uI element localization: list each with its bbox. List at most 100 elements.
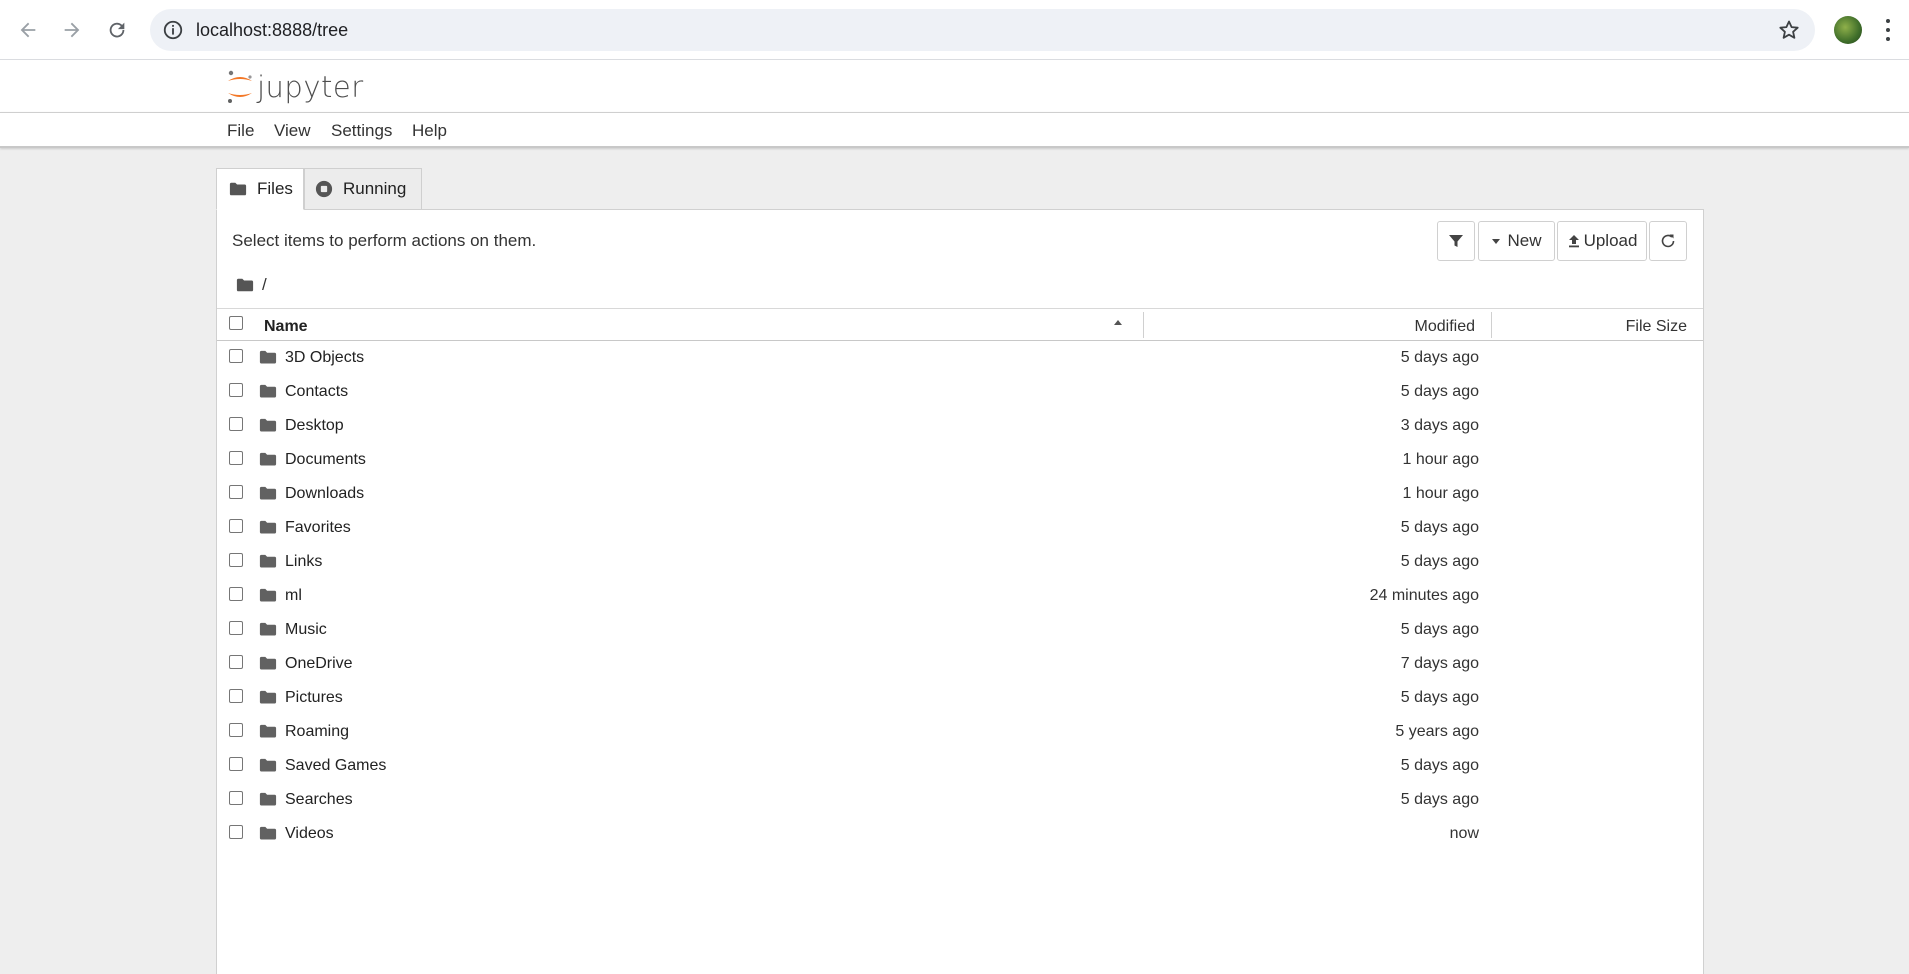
- address-bar[interactable]: localhost:8888/tree: [150, 9, 1815, 51]
- filter-button[interactable]: [1437, 221, 1475, 261]
- select-all-checkbox[interactable]: [229, 316, 243, 330]
- folder-icon: [259, 588, 277, 603]
- file-list: 3D Objects 5 days ago Contacts 5 days ago De…: [217, 341, 1703, 851]
- file-modified: 5 days ago: [1400, 519, 1479, 536]
- file-modified: 1 hour ago: [1402, 451, 1479, 468]
- file-modified: 5 days ago: [1400, 383, 1479, 400]
- table-row[interactable]: ml 24 minutes ago: [217, 579, 1703, 613]
- table-row[interactable]: Saved Games 5 days ago: [217, 749, 1703, 783]
- file-name-link[interactable]: Contacts: [285, 383, 348, 401]
- breadcrumb-path[interactable]: /: [262, 275, 267, 295]
- file-name-link[interactable]: Documents: [285, 451, 366, 469]
- file-modified: 5 days ago: [1400, 757, 1479, 774]
- upload-icon: [1568, 235, 1579, 248]
- table-row[interactable]: Searches 5 days ago: [217, 783, 1703, 817]
- tab-running[interactable]: Running: [304, 168, 422, 210]
- folder-icon: [259, 758, 277, 773]
- menu-settings[interactable]: Settings: [331, 121, 392, 141]
- jupyter-logo-icon: [228, 70, 252, 103]
- row-checkbox[interactable]: [229, 655, 243, 669]
- folder-icon: [259, 656, 277, 671]
- reload-icon[interactable]: [99, 12, 135, 48]
- jupyter-logo[interactable]: jupyter: [225, 68, 364, 106]
- row-checkbox[interactable]: [229, 553, 243, 567]
- browser-menu-icon[interactable]: [1882, 16, 1894, 44]
- row-checkbox[interactable]: [229, 587, 243, 601]
- browser-toolbar: localhost:8888/tree: [0, 0, 1909, 60]
- file-modified: 5 days ago: [1400, 621, 1479, 638]
- info-icon[interactable]: [162, 19, 184, 41]
- file-name-link[interactable]: Searches: [285, 791, 353, 809]
- file-name-link[interactable]: Downloads: [285, 485, 364, 503]
- folder-icon: [259, 384, 277, 399]
- file-name-link[interactable]: Saved Games: [285, 757, 386, 775]
- column-name-header[interactable]: Name: [264, 318, 308, 336]
- table-row[interactable]: Documents 1 hour ago: [217, 443, 1703, 477]
- star-icon[interactable]: [1777, 18, 1801, 42]
- upload-button[interactable]: Upload: [1557, 221, 1647, 261]
- table-row[interactable]: Pictures 5 days ago: [217, 681, 1703, 715]
- file-name-link[interactable]: Links: [285, 553, 322, 571]
- file-name-link[interactable]: Videos: [285, 825, 334, 843]
- row-checkbox[interactable]: [229, 417, 243, 431]
- back-arrow-icon[interactable]: [10, 12, 46, 48]
- file-name-link[interactable]: Music: [285, 621, 327, 639]
- row-checkbox[interactable]: [229, 451, 243, 465]
- column-resize-handle[interactable]: [1143, 312, 1144, 338]
- file-modified: 7 days ago: [1400, 655, 1479, 672]
- row-checkbox[interactable]: [229, 621, 243, 635]
- table-row[interactable]: Contacts 5 days ago: [217, 375, 1703, 409]
- column-modified-header[interactable]: Modified: [1415, 318, 1475, 336]
- upload-button-label: Upload: [1583, 231, 1638, 250]
- folder-icon: [259, 452, 277, 467]
- table-row[interactable]: Favorites 5 days ago: [217, 511, 1703, 545]
- file-modified: 5 days ago: [1400, 689, 1479, 706]
- file-name-link[interactable]: Roaming: [285, 723, 349, 741]
- file-name-link[interactable]: OneDrive: [285, 655, 353, 673]
- file-name-link[interactable]: Desktop: [285, 417, 344, 435]
- table-row[interactable]: Links 5 days ago: [217, 545, 1703, 579]
- refresh-icon: [1661, 234, 1675, 248]
- folder-icon: [259, 622, 277, 637]
- tab-files[interactable]: Files: [216, 168, 304, 210]
- file-modified: 5 years ago: [1395, 723, 1479, 740]
- table-row[interactable]: Music 5 days ago: [217, 613, 1703, 647]
- column-size-header[interactable]: File Size: [1626, 318, 1687, 336]
- table-row[interactable]: Downloads 1 hour ago: [217, 477, 1703, 511]
- refresh-button[interactable]: [1649, 221, 1687, 261]
- url-text[interactable]: localhost:8888/tree: [196, 20, 348, 41]
- row-checkbox[interactable]: [229, 757, 243, 771]
- table-row[interactable]: Videos now: [217, 817, 1703, 851]
- row-checkbox[interactable]: [229, 383, 243, 397]
- avatar[interactable]: [1834, 16, 1862, 44]
- file-name-link[interactable]: ml: [285, 587, 302, 605]
- forward-arrow-icon[interactable]: [54, 12, 90, 48]
- menu-view[interactable]: View: [274, 121, 311, 141]
- menu-help[interactable]: Help: [412, 121, 447, 141]
- row-checkbox[interactable]: [229, 791, 243, 805]
- row-checkbox[interactable]: [229, 825, 243, 839]
- breadcrumb[interactable]: /: [236, 275, 267, 295]
- table-row[interactable]: Roaming 5 years ago: [217, 715, 1703, 749]
- menu-file[interactable]: File: [227, 121, 254, 141]
- file-name-link[interactable]: 3D Objects: [285, 349, 364, 367]
- row-checkbox[interactable]: [229, 349, 243, 363]
- file-name-link[interactable]: Favorites: [285, 519, 351, 537]
- table-row[interactable]: 3D Objects 5 days ago: [217, 341, 1703, 375]
- file-modified: 1 hour ago: [1402, 485, 1479, 502]
- column-resize-handle[interactable]: [1491, 312, 1492, 338]
- sort-ascending-icon[interactable]: [1113, 318, 1123, 328]
- table-row[interactable]: Desktop 3 days ago: [217, 409, 1703, 443]
- row-checkbox[interactable]: [229, 485, 243, 499]
- folder-icon: [259, 690, 277, 705]
- folder-icon: [229, 182, 247, 196]
- jupyter-logo-text: jupyter: [257, 70, 364, 104]
- file-name-link[interactable]: Pictures: [285, 689, 343, 707]
- new-button[interactable]: New: [1478, 221, 1555, 261]
- file-modified: 24 minutes ago: [1369, 587, 1479, 604]
- row-checkbox[interactable]: [229, 689, 243, 703]
- row-checkbox[interactable]: [229, 723, 243, 737]
- table-row[interactable]: OneDrive 7 days ago: [217, 647, 1703, 681]
- tab-files-label: Files: [257, 179, 293, 198]
- row-checkbox[interactable]: [229, 519, 243, 533]
